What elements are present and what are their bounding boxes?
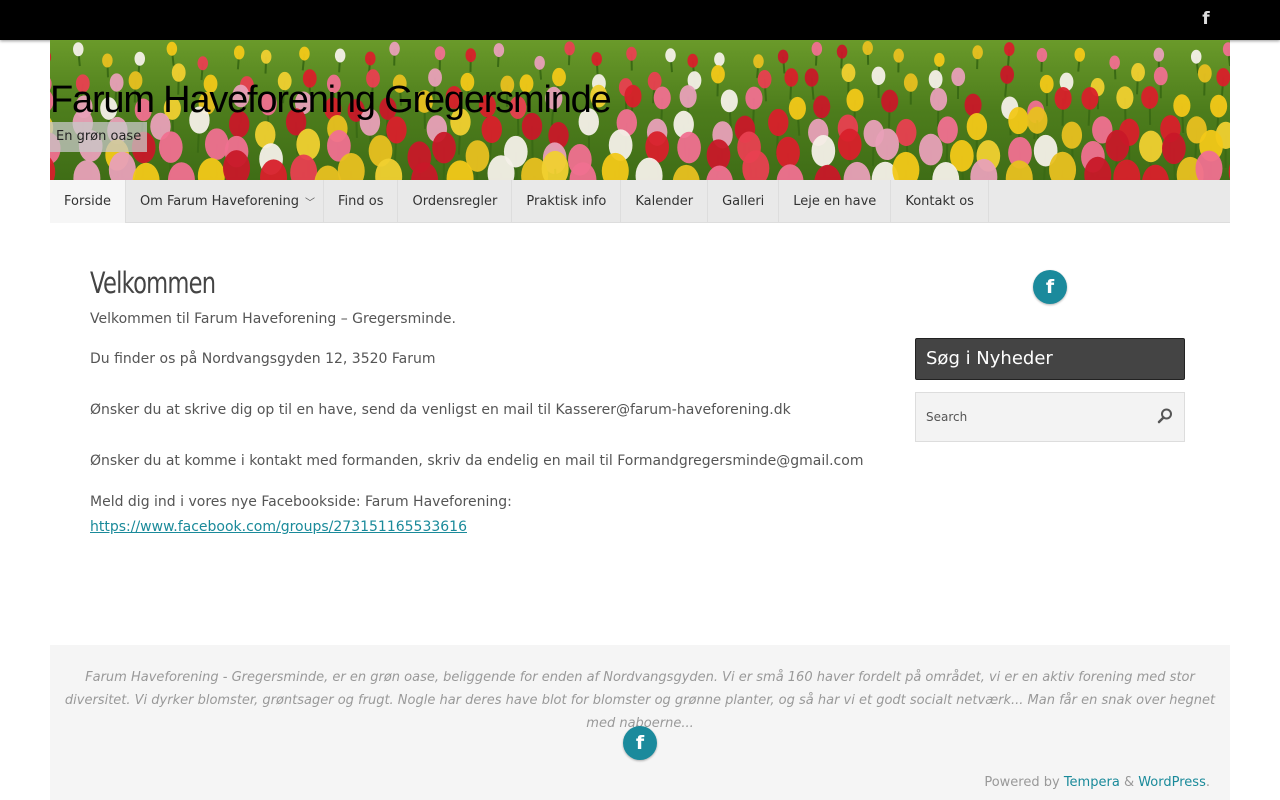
top-bar: f xyxy=(0,0,1280,40)
nav-item-label: Ordensregler xyxy=(412,194,498,209)
facebook-paragraph: Meld dig ind i vores nye Facebookside: F… xyxy=(90,490,870,540)
nav-item-forside[interactable]: Forside xyxy=(50,180,126,223)
nav-item-label: Find os xyxy=(337,194,384,209)
sidebar: f Søg i Nyheder xyxy=(915,270,1185,442)
site-tagline: En grøn oase xyxy=(50,122,148,152)
nav-item-leje-en-have[interactable]: Leje en have xyxy=(779,180,892,223)
facebook-icon[interactable]: f xyxy=(1198,10,1214,28)
nav-item-find-os[interactable]: Find os xyxy=(324,180,399,223)
tempera-link[interactable]: Tempera xyxy=(1064,775,1120,790)
main-navigation: Forside Om Farum Haveforening ﹀ Find os O… xyxy=(50,180,1230,223)
nav-item-label: Galleri xyxy=(722,194,765,209)
nav-item-label: Kalender xyxy=(635,194,694,209)
facebook-group-link[interactable]: https://www.facebook.com/groups/27315116… xyxy=(90,519,467,535)
site-title[interactable]: Farum Haveforening Gregersminde xyxy=(50,78,612,122)
nav-item-praktisk-info[interactable]: Praktisk info xyxy=(512,180,622,223)
chevron-down-icon: ﹀ xyxy=(304,198,315,209)
footer-description: Farum Haveforening - Gregersminde, er en… xyxy=(64,670,1216,731)
search-input[interactable] xyxy=(916,393,1146,441)
contact-paragraph: Ønsker du at komme i kontakt med formand… xyxy=(90,453,864,469)
search-icon[interactable] xyxy=(1156,407,1174,425)
address-paragraph: Du finder os på Nordvangsgyden 12, 3520 … xyxy=(90,351,436,367)
nav-item-label: Leje en have xyxy=(793,194,877,209)
signup-paragraph: Ønsker du at skrive dig op til en have, … xyxy=(90,402,791,418)
facebook-icon[interactable]: f xyxy=(623,726,657,760)
period: . xyxy=(1205,775,1210,790)
nav-item-label: Praktisk info xyxy=(526,194,607,209)
main-content: Velkommen Velkommen til Farum Haveforeni… xyxy=(90,262,870,540)
nav-item-label: Forside xyxy=(64,194,111,209)
nav-item-ordensregler[interactable]: Ordensregler xyxy=(398,180,513,223)
footer: Farum Haveforening - Gregersminde, er en… xyxy=(50,645,1230,800)
facebook-paragraph-text: Meld dig ind i vores nye Facebookside: F… xyxy=(90,494,512,510)
nav-item-label: Kontakt os xyxy=(905,194,974,209)
nav-item-om-farum-haveforening[interactable]: Om Farum Haveforening ﹀ xyxy=(126,180,324,223)
wordpress-link[interactable]: WordPress xyxy=(1138,775,1206,790)
header-banner: Farum Haveforening Gregersminde En grøn … xyxy=(50,40,1230,180)
powered-by: Powered by Tempera & WordPress. xyxy=(984,775,1210,790)
search-form xyxy=(915,392,1185,442)
search-widget-title: Søg i Nyheder xyxy=(915,338,1185,380)
powered-by-label: Powered by xyxy=(984,775,1060,790)
facebook-icon[interactable]: f xyxy=(1033,270,1067,304)
ampersand: & xyxy=(1123,775,1135,790)
welcome-paragraph: Velkommen til Farum Haveforening – Grege… xyxy=(90,311,456,327)
nav-item-galleri[interactable]: Galleri xyxy=(708,180,780,223)
nav-item-kontakt-os[interactable]: Kontakt os xyxy=(891,180,989,223)
page-title: Velkommen xyxy=(90,266,216,300)
nav-item-kalender[interactable]: Kalender xyxy=(621,180,709,223)
nav-item-label: Om Farum Haveforening xyxy=(139,194,299,209)
